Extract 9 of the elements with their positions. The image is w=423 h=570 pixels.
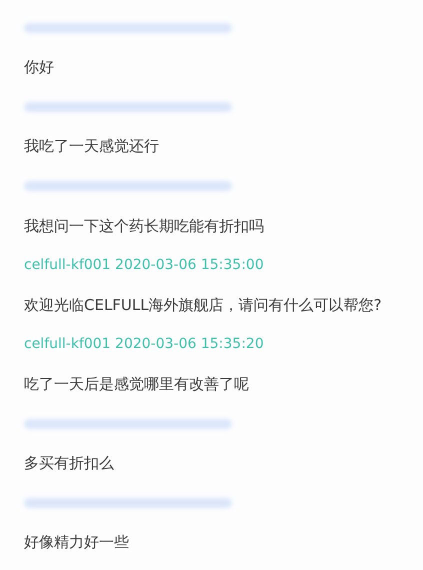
chat-message: 欢迎光临CELFULL海外旗舰店，请问有什么可以帮您? bbox=[24, 294, 382, 316]
sender-timestamp: celfull-kf001 2020-03-06 15:35:20 bbox=[24, 335, 264, 354]
chat-message: 吃了一天后是感觉哪里有改善了呢 bbox=[24, 374, 249, 395]
chat-message: 你好 bbox=[24, 57, 54, 78]
chat-message: 好像精力好一些 bbox=[24, 532, 129, 554]
sender-timestamp: celfull-kf001 2020-03-06 15:35:00 bbox=[24, 256, 264, 275]
chat-message: 我吃了一天感觉还行 bbox=[24, 136, 159, 158]
chat-message: 我想问一下这个药长期吃能有折扣吗 bbox=[24, 216, 264, 237]
chat-message: 多买有折扣么 bbox=[24, 453, 114, 474]
